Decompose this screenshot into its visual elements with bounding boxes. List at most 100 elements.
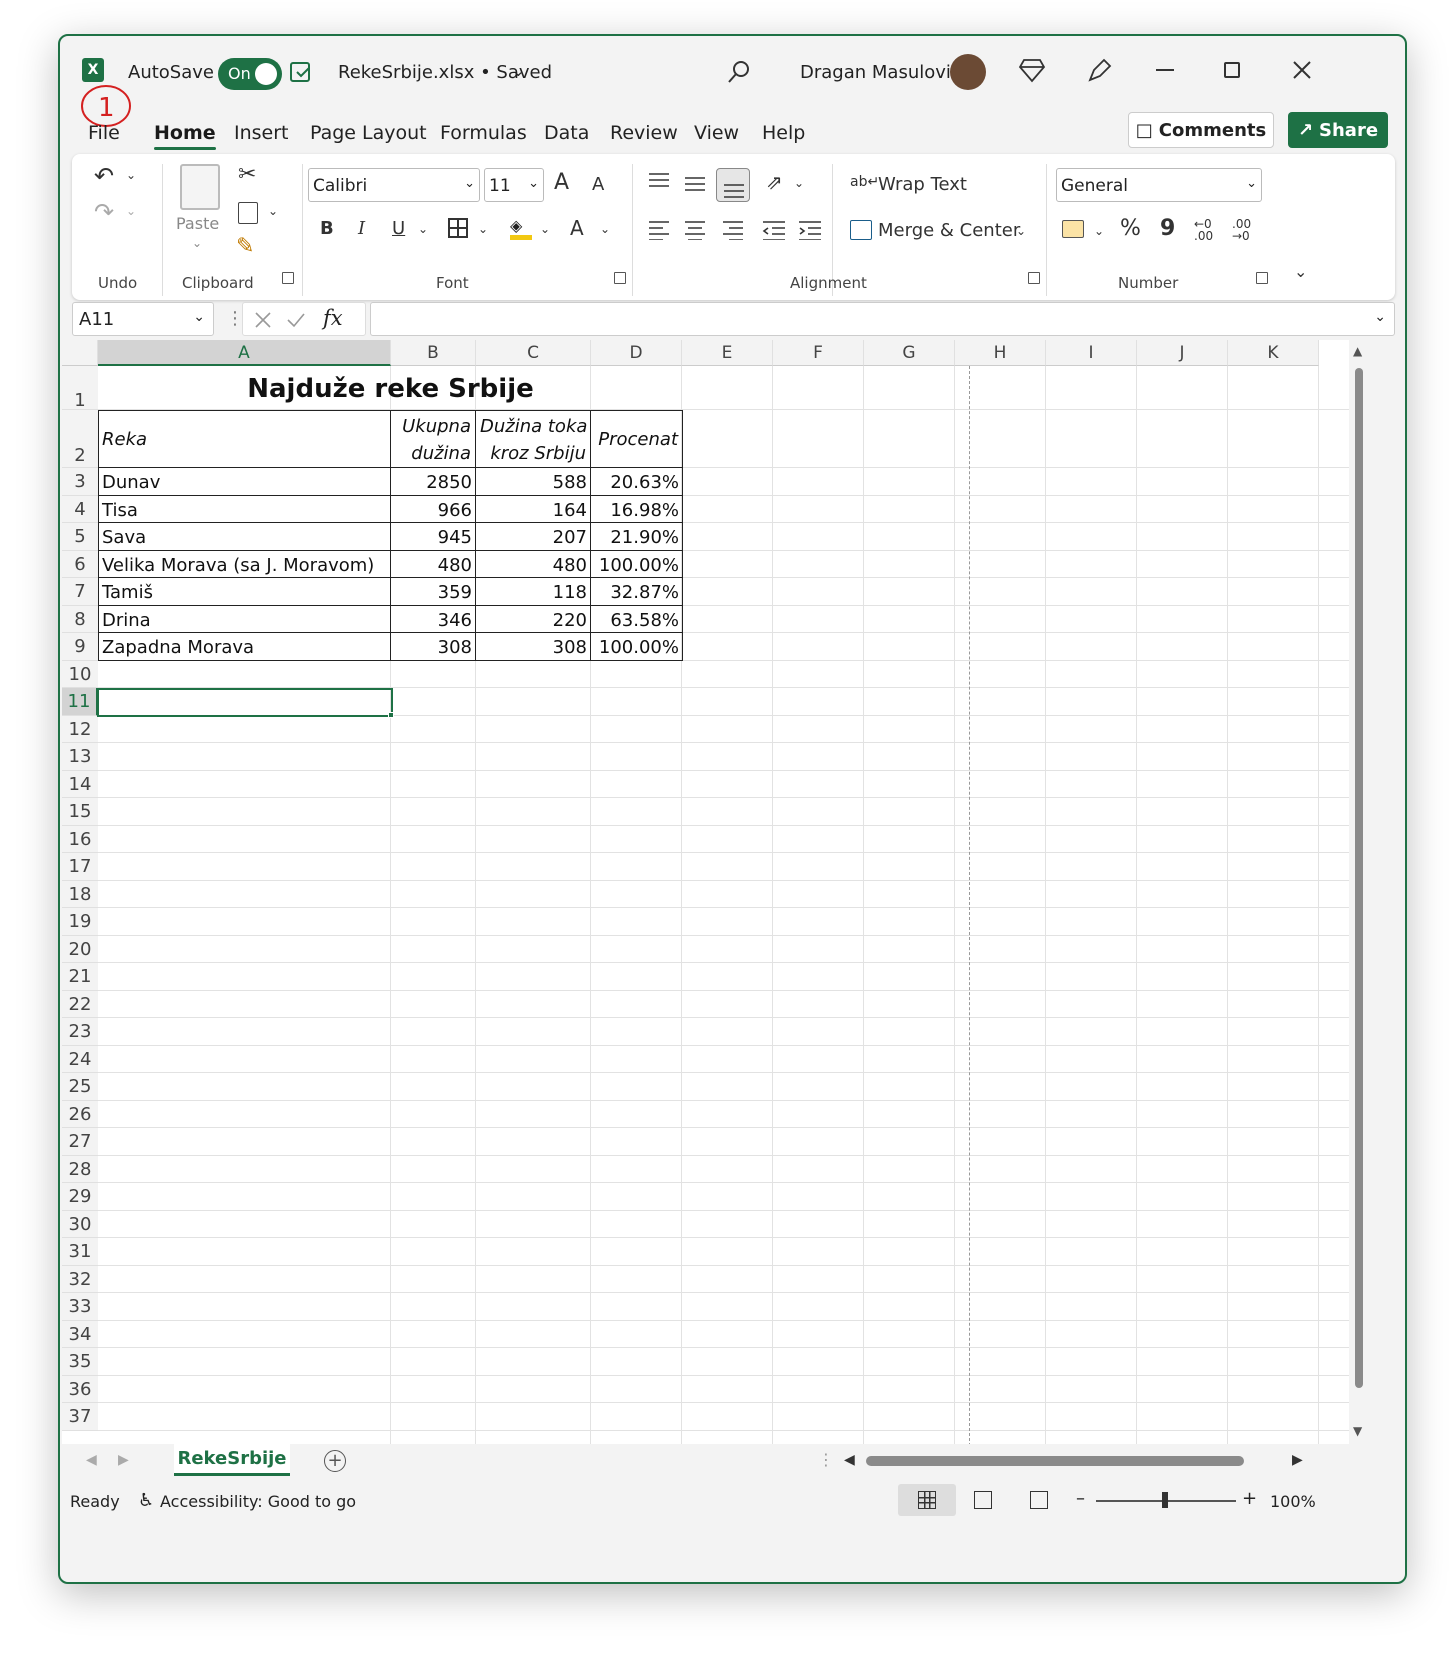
format-painter-icon[interactable]: ✎ — [236, 234, 254, 259]
align-middle-icon[interactable] — [684, 176, 706, 194]
borders-chevron-icon[interactable]: ⌄ — [478, 222, 488, 236]
cut-icon[interactable]: ✂ — [238, 162, 256, 187]
paste-chevron-icon[interactable]: ⌄ — [192, 236, 202, 250]
column-header-b[interactable]: B — [391, 340, 476, 366]
row-header[interactable]: 27 — [62, 1128, 98, 1156]
font-color-icon[interactable]: A — [570, 216, 584, 240]
column-header-j[interactable]: J — [1137, 340, 1228, 366]
cell-procenat[interactable]: 100.00% — [590, 549, 683, 578]
scroll-up-icon[interactable]: ▲ — [1353, 344, 1362, 358]
row-header[interactable]: 14 — [62, 770, 98, 798]
header-procenat[interactable]: Procenat — [590, 410, 683, 468]
column-header-a[interactable]: A — [98, 340, 391, 366]
row-header[interactable]: 30 — [62, 1210, 98, 1238]
cell-reka[interactable]: Tisa — [98, 494, 391, 523]
copy-icon[interactable] — [238, 202, 258, 224]
scroll-right-icon[interactable]: ▶ — [1292, 1452, 1303, 1468]
cell-procenat[interactable]: 63.58% — [590, 604, 683, 633]
comments-button[interactable]: □ Comments — [1128, 112, 1274, 148]
fill-handle[interactable] — [388, 712, 394, 718]
row-header[interactable]: 31 — [62, 1238, 98, 1266]
collapse-ribbon-icon[interactable]: ⌄ — [1294, 262, 1307, 281]
save-icon[interactable] — [288, 60, 314, 86]
column-header-k[interactable]: K — [1228, 340, 1319, 366]
cell-reka[interactable]: Velika Morava (sa J. Moravom) — [98, 549, 391, 578]
cell-srbija[interactable]: 207 — [475, 522, 591, 551]
row-header[interactable]: 22 — [62, 990, 98, 1018]
cell-ukupna[interactable]: 2850 — [390, 467, 476, 496]
column-header-d[interactable]: D — [591, 340, 682, 366]
font-size-dropdown[interactable]: 11 ⌄ — [484, 168, 544, 202]
tab-page-layout[interactable]: Page Layout — [310, 122, 427, 144]
sheet-tab-rekesrbije[interactable]: RekeSrbije — [174, 1444, 290, 1476]
font-launcher-icon[interactable] — [614, 272, 626, 284]
orientation-chevron-icon[interactable]: ⌄ — [794, 176, 804, 190]
clipboard-launcher-icon[interactable] — [282, 272, 294, 284]
tab-view[interactable]: View — [694, 122, 739, 144]
cancel-icon[interactable] — [255, 312, 271, 328]
autosave-toggle[interactable]: On — [218, 58, 282, 90]
row-header[interactable]: 35 — [62, 1348, 98, 1376]
chevron-down-icon[interactable]: ⌄ — [512, 62, 525, 80]
cell-reka[interactable]: Tamiš — [98, 577, 391, 606]
row-header[interactable]: 1 — [62, 366, 98, 411]
cell-ukupna[interactable]: 308 — [390, 632, 476, 661]
column-header-c[interactable]: C — [476, 340, 591, 366]
cell-srbija[interactable]: 220 — [475, 604, 591, 633]
cell-srbija[interactable]: 118 — [475, 577, 591, 606]
row-header[interactable]: 9 — [62, 633, 98, 661]
splitter-dots-icon[interactable]: ⋮ — [818, 1450, 834, 1469]
close-icon[interactable] — [1292, 60, 1312, 80]
zoom-out-icon[interactable]: – — [1076, 1488, 1085, 1509]
row-header[interactable]: 10 — [62, 660, 98, 688]
align-top-icon[interactable] — [648, 172, 670, 190]
row-header[interactable]: 3 — [62, 468, 98, 496]
redo-icon[interactable]: ↷ — [94, 198, 114, 226]
align-center-icon[interactable] — [684, 220, 706, 240]
percent-style-button[interactable]: % — [1120, 216, 1141, 241]
row-header[interactable]: 16 — [62, 825, 98, 853]
decrease-decimal-button[interactable]: .00 →0 — [1232, 218, 1262, 242]
row-header[interactable]: 4 — [62, 495, 98, 523]
tab-formulas[interactable]: Formulas — [440, 122, 527, 144]
vertical-scroll-thumb[interactable] — [1355, 368, 1363, 1388]
scroll-down-icon[interactable]: ▼ — [1353, 1424, 1362, 1438]
next-sheet-icon[interactable]: ▶ — [118, 1452, 129, 1468]
row-header[interactable]: 28 — [62, 1155, 98, 1183]
borders-icon[interactable] — [448, 218, 468, 238]
cell-ukupna[interactable]: 966 — [390, 494, 476, 523]
accessibility-status[interactable]: Accessibility: Good to go — [160, 1492, 356, 1511]
zoom-slider-thumb[interactable] — [1162, 1492, 1168, 1508]
bold-button[interactable]: B — [320, 218, 334, 239]
insert-function-icon[interactable]: fx — [323, 306, 343, 330]
orientation-icon[interactable]: ⇗ — [766, 170, 783, 194]
number-launcher-icon[interactable] — [1256, 272, 1268, 284]
undo-icon[interactable]: ↶ — [94, 162, 114, 190]
align-bottom-button[interactable] — [716, 168, 750, 202]
header-duzina-srbija[interactable]: Dužina toka kroz Srbiju — [475, 410, 591, 468]
cell-procenat[interactable]: 20.63% — [590, 467, 683, 496]
tab-data[interactable]: Data — [544, 122, 589, 144]
shrink-font-icon[interactable]: A — [592, 174, 604, 195]
row-header[interactable]: 36 — [62, 1375, 98, 1403]
column-header-h[interactable]: H — [955, 340, 1046, 366]
column-header-i[interactable]: I — [1046, 340, 1137, 366]
tab-home[interactable]: Home — [154, 122, 216, 150]
row-header[interactable]: 11 — [62, 688, 98, 716]
row-header[interactable]: 32 — [62, 1265, 98, 1293]
select-all-corner[interactable] — [62, 340, 98, 366]
row-header[interactable]: 25 — [62, 1073, 98, 1101]
alignment-launcher-icon[interactable] — [1028, 272, 1040, 284]
header-reka[interactable]: Reka — [98, 410, 391, 468]
column-header-f[interactable]: F — [773, 340, 864, 366]
fill-color-icon[interactable]: ◈ — [510, 216, 532, 240]
row-header[interactable]: 37 — [62, 1403, 98, 1431]
page-break-view-icon[interactable] — [1030, 1491, 1048, 1509]
row-header[interactable]: 33 — [62, 1293, 98, 1321]
decrease-indent-icon[interactable] — [762, 220, 786, 240]
row-header[interactable]: 15 — [62, 798, 98, 826]
cell-procenat[interactable]: 32.87% — [590, 577, 683, 606]
row-header[interactable]: 20 — [62, 935, 98, 963]
prev-sheet-icon[interactable]: ◀ — [86, 1452, 97, 1468]
page-layout-view-icon[interactable] — [974, 1491, 992, 1509]
